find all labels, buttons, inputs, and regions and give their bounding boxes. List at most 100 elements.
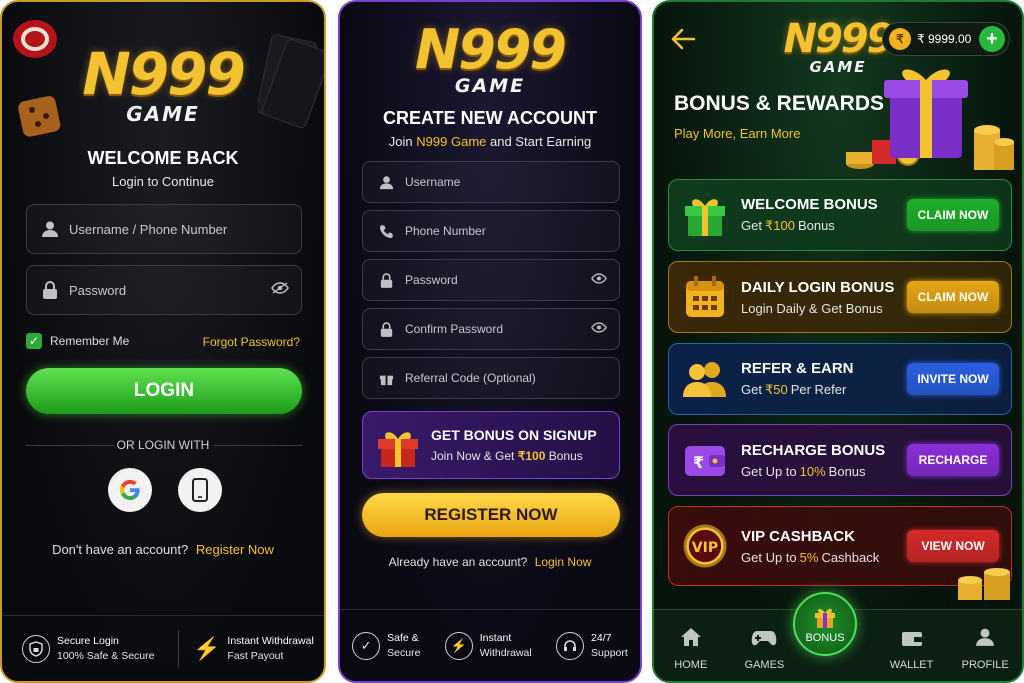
user-icon [39, 218, 61, 240]
page-title: WELCOME BACK [87, 148, 239, 168]
bonus-card-recharge-bonus: ₹ RECHARGE BONUS Get Up to 10% Bonus RECHARGE [668, 424, 1012, 496]
lightning-icon: ⚡ [193, 635, 221, 661]
headset-icon [556, 631, 585, 660]
bonus-card-button[interactable]: CLAIM NOW [907, 199, 999, 231]
bonus-card-text: REFER & EARN Get ₹50 Per Refer [741, 360, 907, 398]
referral-code-field[interactable]: Referral Code (Optional) [362, 357, 620, 399]
bonus-card-refer-earn: REFER & EARN Get ₹50 Per Refer INVITE NOW [668, 343, 1012, 415]
bonus-sub-text: Get Up to [741, 463, 797, 479]
nav-bonus[interactable]: BONUS [793, 592, 857, 656]
bonus-amount: ₹100 [517, 449, 546, 463]
username-placeholder: Username / Phone Number [69, 221, 228, 237]
signup-screen: N999 GAME CREATE NEW ACCOUNT Join N999 G… [338, 0, 642, 683]
users-icon [681, 355, 729, 403]
feature-subtitle: 100% Safe & Secure [57, 649, 155, 662]
register-prompt: Don't have an account? Register Now [2, 542, 324, 557]
bonus-card-title: REFER & EARN [741, 360, 854, 377]
remember-me-checkbox[interactable]: ✓ Remember Me [26, 333, 129, 349]
gift-coins-illustration-icon [846, 69, 1014, 170]
gift-icon [375, 367, 397, 389]
register-now-link[interactable]: Register Now [196, 542, 274, 557]
bonus-sub-highlight: ₹100 [764, 218, 795, 233]
bonus-card-button[interactable]: INVITE NOW [907, 363, 999, 395]
bonus-card-welcome-bonus: WELCOME BONUS Get ₹100 Bonus CLAIM NOW [668, 179, 1012, 251]
bonus-sub-end: Bonus [828, 463, 866, 479]
brand-logo: N999 GAME [340, 18, 640, 97]
eye-icon[interactable] [271, 281, 289, 299]
feature-subtitle: Fast Payout [227, 649, 284, 662]
eye-icon[interactable] [591, 271, 607, 289]
bonus-card-subtitle: Get Up to 10% Bonus [741, 464, 907, 479]
username-field[interactable]: Username / Phone Number [26, 204, 302, 254]
signup-bonus-banner[interactable]: GET BONUS ON SIGNUP Join Now & Get ₹100 … [362, 411, 620, 479]
bonus-sub-highlight: 5% [799, 549, 819, 565]
bonus-card-button[interactable]: RECHARGE [907, 444, 999, 476]
gift-box-icon [378, 432, 418, 467]
password-placeholder: Password [405, 273, 458, 287]
feature-instant-withdrawal: ⚡ Instant Withdrawal Fast Payout [193, 634, 314, 664]
bonus-card-subtitle: Login Daily & Get Bonus [741, 301, 907, 316]
nav-home[interactable]: HOME [661, 627, 721, 671]
feature-title: Instant Withdrawal [227, 635, 314, 648]
user-icon [955, 627, 1015, 653]
register-now-button[interactable]: REGISTER NOW [362, 493, 620, 537]
bonus-card-button[interactable]: CLAIM NOW [907, 281, 999, 313]
vip-icon: VIP [681, 522, 729, 570]
rupee-coin-icon: ₹ [889, 28, 911, 50]
password-field[interactable]: Password [26, 265, 302, 315]
username-placeholder: Username [405, 175, 461, 189]
logo-subtext: GAME [454, 75, 526, 97]
referral-placeholder: Referral Code (Optional) [405, 371, 536, 385]
bonus-sub-text: Get [741, 382, 762, 397]
eye-icon[interactable] [591, 320, 607, 338]
add-funds-button[interactable]: + [979, 26, 1005, 52]
feature-secure-login: Secure Login 100% Safe & Secure [22, 634, 164, 663]
bonus-sub-end: Cashback [821, 549, 880, 565]
feature-divider [178, 629, 179, 668]
bottom-nav: HOME GAMES WALLET PROFILE BONUS [654, 592, 1022, 681]
phone-field[interactable]: Phone Number [362, 210, 620, 252]
feature-line1: Instant [479, 632, 512, 645]
subtitle-text: Join [388, 134, 413, 149]
bonus-card-button[interactable]: VIEW NOW [907, 530, 999, 562]
bonus-card-text: RECHARGE BONUS Get Up to 10% Bonus [741, 442, 907, 479]
login-now-link[interactable]: Login Now [535, 555, 592, 569]
username-field[interactable]: Username [362, 161, 620, 203]
shield-check-icon: ✓ [352, 631, 381, 660]
login-prompt: Already have an account? Login Now [340, 555, 640, 569]
lock-icon [375, 318, 397, 340]
nav-label: WALLET [889, 659, 934, 671]
user-icon [375, 171, 397, 193]
bonus-card-title: DAILY LOGIN BONUS [741, 278, 895, 296]
brand-logo: N999 GAME [2, 40, 324, 126]
nav-games[interactable]: GAMES [734, 629, 794, 671]
bonus-card-subtitle: Get ₹50 Per Refer [741, 382, 907, 398]
login-button[interactable]: LOGIN [26, 368, 302, 414]
page-subtitle: Join N999 Game and Start Earning [340, 134, 640, 149]
bonus-card-daily-login-bonus: DAILY LOGIN BONUS Login Daily & Get Bonus… [668, 261, 1012, 333]
nav-label: BONUS [805, 631, 845, 644]
forgot-password-link[interactable]: Forgot Password? [203, 335, 300, 349]
svg-text:VIP: VIP [692, 540, 718, 556]
wallet-balance: ₹ ₹ 9999.00 + [882, 22, 1010, 56]
lock-icon [39, 279, 61, 301]
feature-line1: 24/7 [591, 632, 612, 645]
coin-stack-icon [958, 568, 1010, 600]
bonus-sub-text: Login Daily & Get Bonus [741, 300, 883, 316]
login-screen: N999 GAME WELCOME BACK Login to Continue… [0, 0, 326, 683]
confirm-password-field[interactable]: Confirm Password [362, 308, 620, 350]
bonus-card-subtitle: Get Up to 5% Cashback [741, 550, 907, 565]
bonus-sub-text: Get Up to [741, 549, 797, 565]
google-login-button[interactable] [108, 468, 152, 512]
phone-login-button[interactable] [178, 468, 222, 512]
subtitle-text-end: and Start Earning [490, 134, 592, 149]
password-field[interactable]: Password [362, 259, 620, 301]
checkmark-icon: ✓ [26, 333, 42, 349]
nav-wallet[interactable]: WALLET [882, 629, 942, 671]
bonus-sub-highlight: 10% [799, 463, 826, 479]
nav-profile[interactable]: PROFILE [955, 627, 1015, 671]
bonus-card-title: RECHARGE BONUS [741, 441, 886, 459]
page-subtitle: Login to Continue [112, 174, 214, 189]
feature-safe-secure: ✓ Safe & Secure [352, 631, 420, 660]
logo-subtext: GAME [126, 102, 200, 126]
